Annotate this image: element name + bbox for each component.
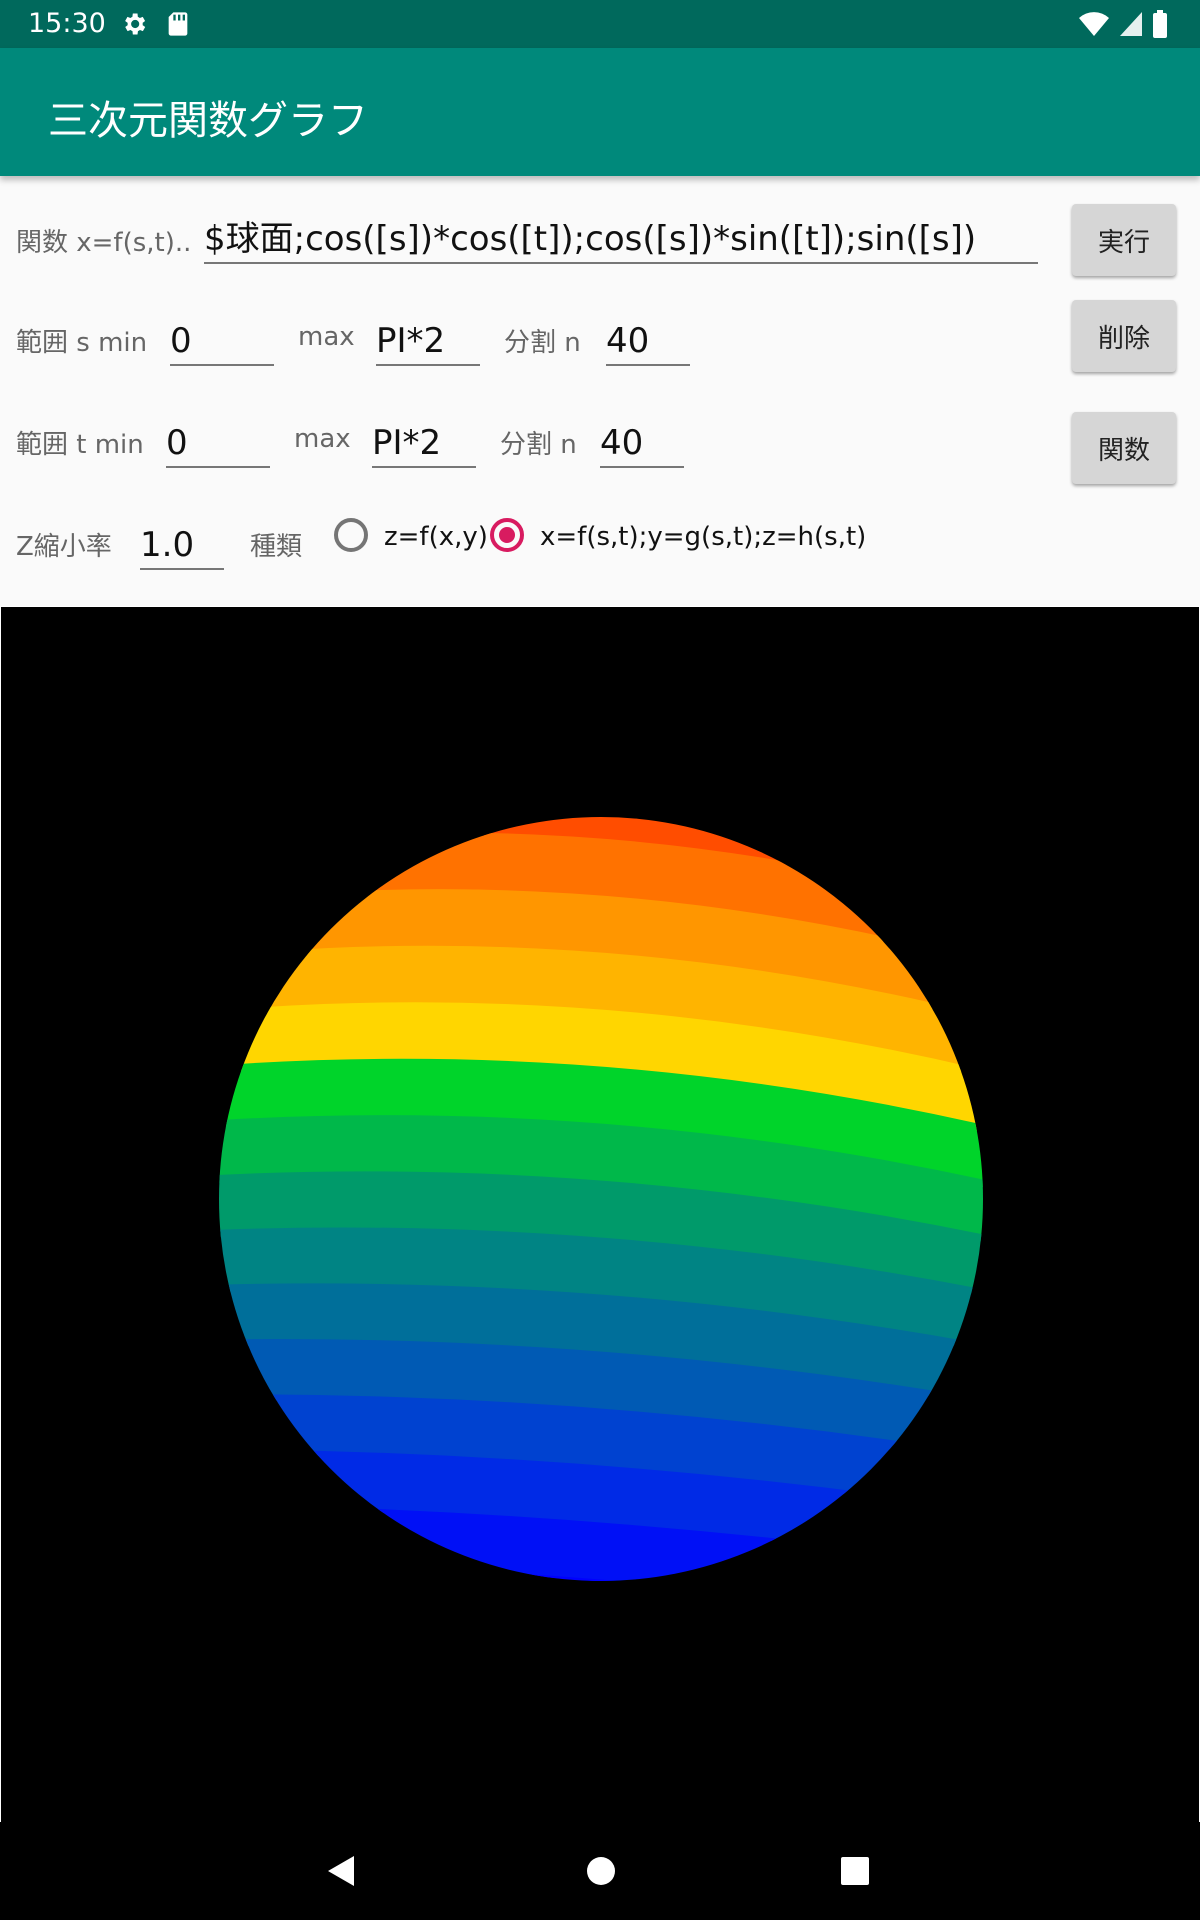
signal-icon <box>1120 12 1142 36</box>
graph-surface <box>219 817 983 1581</box>
t-range-label: 範囲 t min <box>16 430 144 460</box>
delete-button[interactable]: 削除 <box>1072 300 1176 372</box>
run-button[interactable]: 実行 <box>1072 204 1176 276</box>
sd-card-icon <box>168 12 188 36</box>
sphere-surface <box>219 817 983 1581</box>
home-icon[interactable] <box>586 1856 616 1886</box>
function-label: 関数 x=f(s,t).. <box>16 228 192 258</box>
navigation-bar <box>0 1822 1200 1920</box>
recents-icon[interactable] <box>840 1856 870 1886</box>
s-max-label: max <box>298 322 355 352</box>
s-max-input[interactable]: PI*2 <box>376 316 480 366</box>
sphere-band <box>219 1503 983 1581</box>
s-range-label: 範囲 s min <box>16 328 148 358</box>
wifi-icon <box>1079 12 1109 37</box>
function-input[interactable]: $球面;cos([s])*cos([t]);cos([s])*sin([t]);… <box>204 214 1038 264</box>
radio-button-zxy[interactable] <box>334 518 368 552</box>
status-bar: 15:30 <box>0 0 1200 48</box>
z-scale-input[interactable]: 1.0 <box>140 520 224 570</box>
function-button[interactable]: 関数 <box>1072 412 1176 484</box>
graph-canvas[interactable] <box>0 606 1200 1824</box>
app-title: 三次元関数グラフ <box>48 98 368 144</box>
radio-label-parametric: x=f(s,t);y=g(s,t);z=h(s,t) <box>540 522 867 552</box>
s-min-input[interactable]: 0 <box>170 316 274 366</box>
t-div-input[interactable]: 40 <box>600 418 684 468</box>
type-label: 種類 <box>250 532 303 562</box>
battery-icon <box>1153 10 1167 38</box>
t-min-input[interactable]: 0 <box>166 418 270 468</box>
status-time: 15:30 <box>28 8 106 39</box>
t-max-label: max <box>294 424 351 454</box>
z-scale-label: Z縮小率 <box>16 532 112 562</box>
t-div-label: 分割 n <box>500 430 577 460</box>
t-max-input[interactable]: PI*2 <box>372 418 476 468</box>
radio-label-zxy: z=f(x,y) <box>384 522 488 552</box>
gear-icon <box>125 13 146 35</box>
back-icon[interactable] <box>326 1854 356 1888</box>
radio-button-parametric[interactable] <box>490 518 524 552</box>
s-div-label: 分割 n <box>504 328 581 358</box>
s-div-input[interactable]: 40 <box>606 316 690 366</box>
app-bar: 三次元関数グラフ <box>0 48 1200 176</box>
